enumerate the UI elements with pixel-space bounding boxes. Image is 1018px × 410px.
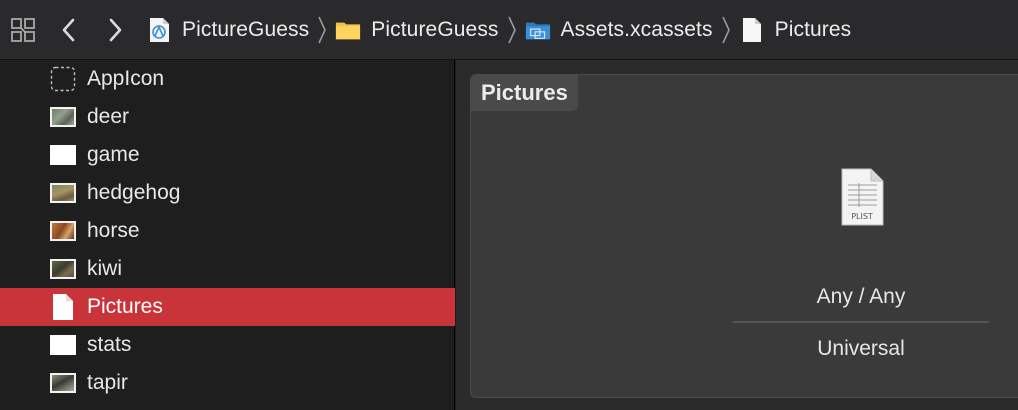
- image-thumbnail-icon: [49, 104, 77, 130]
- asset-row-stats[interactable]: stats: [0, 326, 455, 364]
- breadcrumb-label: PictureGuess: [371, 17, 499, 41]
- asset-catalog-icon: [525, 17, 551, 43]
- chevron-left-icon: [62, 18, 75, 41]
- appicon-placeholder-icon: [49, 66, 77, 92]
- breadcrumb-asset-catalog[interactable]: Assets.xcassets: [525, 0, 713, 60]
- back-button[interactable]: [46, 0, 92, 60]
- breadcrumb-group[interactable]: PictureGuess: [335, 0, 498, 60]
- breadcrumb-label: PictureGuess: [182, 17, 310, 41]
- asset-row-label: stats: [87, 333, 132, 356]
- asset-row-tapir[interactable]: tapir: [0, 364, 455, 402]
- breadcrumb-file[interactable]: Pictures: [739, 0, 852, 60]
- image-thumbnail-icon: [49, 218, 77, 244]
- asset-row-label: kiwi: [87, 257, 122, 280]
- asset-row-appicon[interactable]: AppIcon: [0, 60, 455, 98]
- asset-row-label: tapir: [87, 371, 128, 394]
- asset-row-game[interactable]: game: [0, 136, 455, 174]
- file-type-badge: PLIST: [851, 212, 873, 221]
- xcode-project-icon: [146, 17, 172, 43]
- grid-icon: [11, 17, 35, 42]
- asset-row-hedgehog[interactable]: hedgehog: [0, 174, 455, 212]
- asset-row-label: horse: [87, 219, 140, 242]
- asset-row-label: game: [87, 143, 140, 166]
- asset-row-pictures[interactable]: Pictures: [0, 288, 455, 326]
- plist-file-icon[interactable]: PLIST: [839, 167, 885, 227]
- breadcrumb-separator-icon: [715, 0, 737, 60]
- asset-row-deer[interactable]: deer: [0, 98, 455, 136]
- asset-row-horse[interactable]: horse: [0, 212, 455, 250]
- asset-list: AppIcon deer game hedgehog horse kiwi Pi…: [0, 60, 455, 410]
- asset-row-kiwi[interactable]: kiwi: [0, 250, 455, 288]
- slot-divider: [733, 321, 989, 323]
- folder-icon: [335, 17, 361, 43]
- jump-bar: PictureGuess PictureGuess Assets.xcasset…: [0, 0, 1018, 60]
- appearance-label: Any / Any: [816, 285, 906, 308]
- related-items-button[interactable]: [0, 0, 46, 60]
- document-icon: [49, 294, 77, 320]
- asset-row-label: Pictures: [87, 295, 163, 318]
- data-asset-icon: [49, 142, 77, 168]
- breadcrumb-label: Pictures: [774, 17, 852, 41]
- breadcrumb-project[interactable]: PictureGuess: [146, 0, 309, 60]
- device-label: Universal: [817, 337, 905, 360]
- forward-button[interactable]: [92, 0, 138, 60]
- breadcrumb: PictureGuess PictureGuess Assets.xcasset…: [146, 0, 851, 60]
- asset-editor: Pictures PLIST Any / Any Universal: [456, 60, 1018, 410]
- image-thumbnail-icon: [49, 180, 77, 206]
- document-icon: [739, 17, 765, 43]
- image-thumbnail-icon: [49, 370, 77, 396]
- breadcrumb-separator-icon: [501, 0, 523, 60]
- breadcrumb-label: Assets.xcassets: [560, 17, 713, 41]
- asset-set-card: Pictures PLIST Any / Any Universal: [470, 74, 1018, 398]
- asset-row-label: deer: [87, 105, 130, 128]
- asset-row-label: hedgehog: [87, 181, 181, 204]
- asset-row-label: AppIcon: [87, 67, 165, 90]
- asset-set-title: Pictures: [471, 75, 578, 111]
- chevron-right-icon: [109, 18, 122, 41]
- data-asset-icon: [49, 332, 77, 358]
- image-thumbnail-icon: [49, 256, 77, 282]
- breadcrumb-separator-icon: [311, 0, 333, 60]
